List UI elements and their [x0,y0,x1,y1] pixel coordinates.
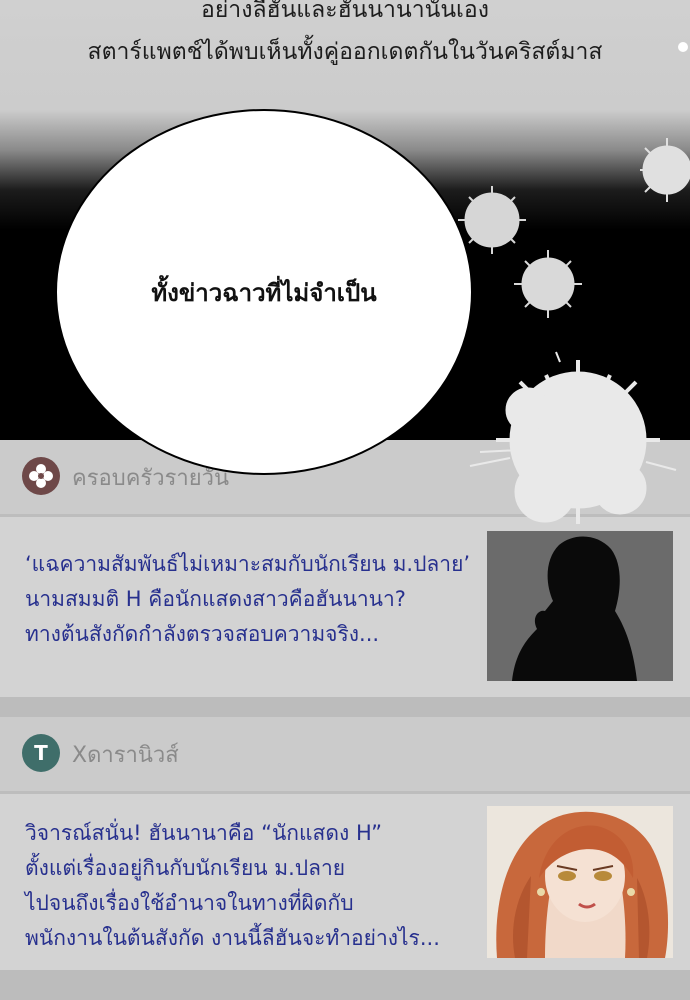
news-headline-1: ‘แฉความสัมพันธ์ไม่เหมาะสมกับนักเรียน ม.ป… [25,547,470,652]
source-name: Xดารานิวส์ [72,743,179,768]
speech-bubble: ทั้งข่าวฉาวที่ไม่จำเป็น [55,109,473,475]
speech-bubble-text: ทั้งข่าวฉาวที่ไม่จำเป็น [151,277,377,307]
card-separator [0,970,690,1000]
headline-line: ตั้งแต่เรื่องอยู่กินกับนักเรียน ม.ปลาย [25,856,346,880]
news-thumbnail-silhouette [487,531,673,681]
headline-line: วิจารณ์สนั่น! ฮันนานาคือ “นักแสดง H” [25,821,382,845]
card-separator [0,697,690,717]
news-headline-2: วิจารณ์สนั่น! ฮันนานาคือ “นักแสดง H” ตั้… [25,816,440,956]
news-card-2[interactable]: วิจารณ์สนั่น! ฮันนานาคือ “นักแสดง H” ตั้… [0,794,690,970]
headline-line: ‘แฉความสัมพันธ์ไม่เหมาะสมกับนักเรียน ม.ป… [25,552,471,576]
news-card-2-header: T Xดารานิวส์ [0,717,690,794]
narration-line-2: สตาร์แพตช์ได้พบเห็นทั้งคู่ออกเดตกันในวัน… [87,39,603,65]
narration-line-1: อย่างลีฮันและฮันนานานั่นเอง [201,0,489,23]
sparkle-dot [678,42,688,52]
source-logo-icon: T [22,734,60,772]
news-thumbnail-portrait [487,806,673,958]
headline-line: พนักงานในต้นสังกัด งานนี้ลีฮันจะทำอย่างไ… [25,926,440,950]
news-card-1[interactable]: ‘แฉความสัมพันธ์ไม่เหมาะสมกับนักเรียน ม.ป… [0,517,690,697]
headline-line: ทางต้นสังกัดกำลังตรวจสอบความจริง... [25,622,380,646]
headline-line: ไปจนถึงเรื่องใช้อำนาจในทางที่ผิดกับ [25,891,354,915]
source-logo-letter: T [34,741,48,765]
headline-line: นามสมมติ H คือนักแสดงสาวคือฮันนานา? [25,587,406,611]
source-logo-icon [22,457,60,495]
